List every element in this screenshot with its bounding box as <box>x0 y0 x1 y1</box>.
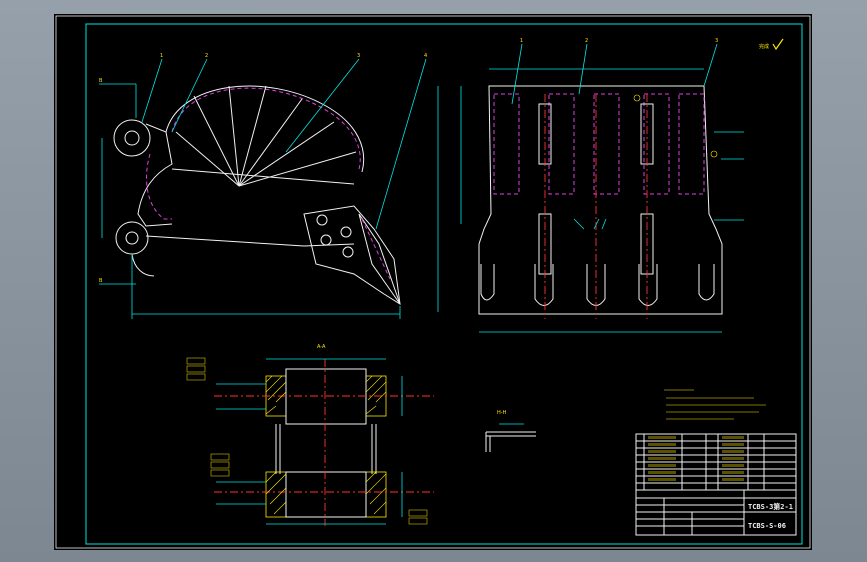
svg-text:B: B <box>99 78 103 84</box>
svg-text:3: 3 <box>357 53 360 59</box>
drawing-number-sub: TCBS-S-06 <box>748 522 786 530</box>
drawing-number-main: TCBS-3第2-1 <box>748 502 793 511</box>
svg-text:B: B <box>99 278 103 284</box>
check-icon <box>772 38 784 51</box>
approval-label: 完成 <box>759 43 769 50</box>
svg-text:1: 1 <box>520 38 523 44</box>
notes-block <box>664 389 766 420</box>
svg-text:2: 2 <box>205 53 208 59</box>
title-block: TCBS-3第2-1 TCBS-S-06 <box>635 433 797 536</box>
bucket-side-view: B B 1 2 3 4 <box>99 53 427 319</box>
svg-text:3: 3 <box>715 38 718 44</box>
detail-label: H-H <box>497 410 507 416</box>
detail-view: H-H <box>485 410 536 452</box>
drawing-canvas[interactable]: B B 1 2 3 4 1 2 3 完成 A-A H-H TCBS-3第2-1 … <box>54 14 812 550</box>
drawing-sheet[interactable]: B B 1 2 3 4 1 2 3 完成 A-A H-H TCBS-3第2-1 … <box>54 14 812 550</box>
svg-text:4: 4 <box>424 53 427 59</box>
svg-text:2: 2 <box>585 38 588 44</box>
bucket-outer-shell <box>171 87 361 170</box>
cad-viewport[interactable]: B B 1 2 3 4 1 2 3 完成 A-A H-H TCBS-3第2-1 … <box>0 0 867 562</box>
bucket-front-view: 1 2 3 <box>437 38 744 333</box>
svg-text:1: 1 <box>160 53 163 59</box>
section-label: A-A <box>317 344 326 350</box>
section-view: A-A <box>186 344 434 526</box>
approval-mark: 完成 <box>759 38 784 51</box>
outer-frame <box>55 15 811 549</box>
